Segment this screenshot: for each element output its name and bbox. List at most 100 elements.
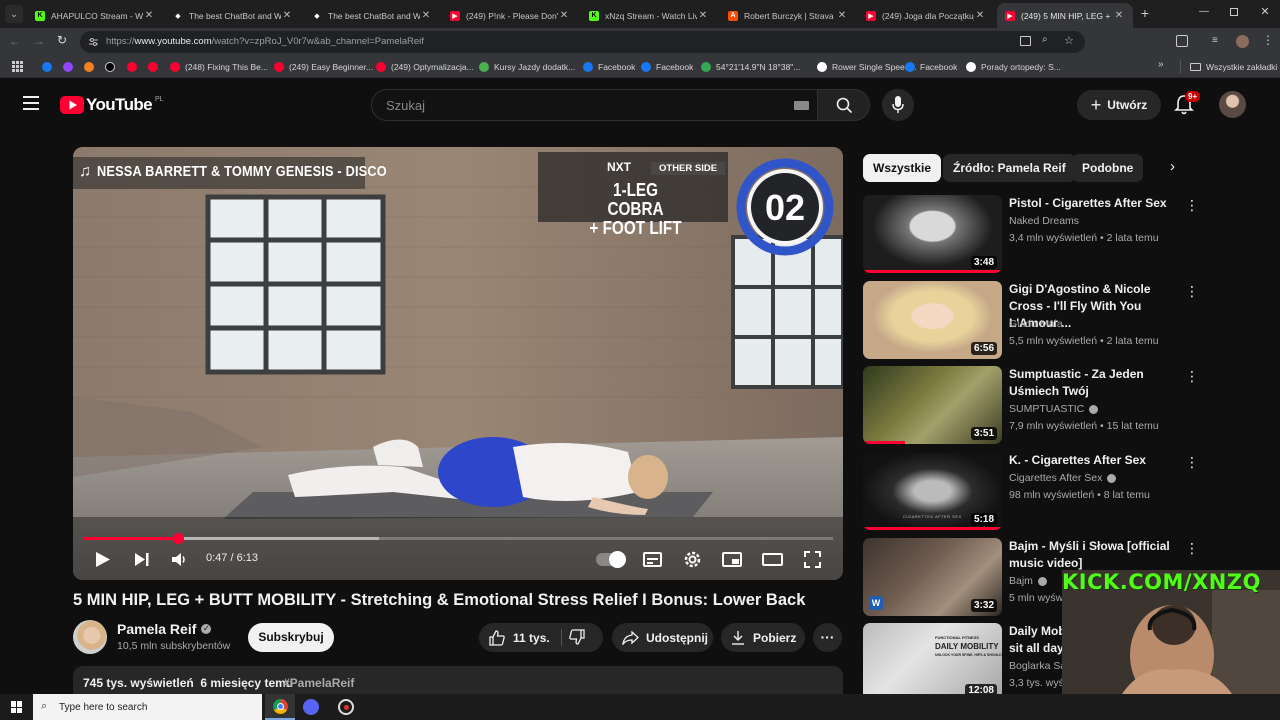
recommended-channel[interactable]: Naked Dreams [1009, 215, 1079, 227]
browser-tab[interactable]: ▶ (249) 5 MIN HIP, LEG + B ✕ [997, 3, 1133, 28]
more-actions-button[interactable]: ··· [813, 623, 842, 652]
more-options-icon[interactable]: ⋮ [1185, 540, 1199, 558]
tab-close-icon[interactable]: ✕ [143, 10, 155, 21]
bookmark-item[interactable] [63, 60, 78, 74]
tab-close-icon[interactable]: ✕ [420, 10, 432, 21]
bookmark-item[interactable] [105, 60, 120, 74]
tab-close-icon[interactable]: ✕ [281, 10, 293, 21]
browser-tab[interactable]: ◆ The best ChatBot and Wi ✕ [304, 3, 440, 28]
url-text[interactable]: https://www.youtube.com/watch?v=zpRoJ_V0… [106, 36, 424, 47]
video-player[interactable]: ♫ NESSA BARRETT & TOMMY GENESIS - DISCO … [73, 147, 843, 580]
notifications-button[interactable]: 9+ [1174, 91, 1201, 116]
recommended-video[interactable]: CIGARETTES AFTER SEX 5:18 K. - Cigarettes … [863, 452, 1203, 532]
chrome-taskbar-icon[interactable] [265, 694, 295, 720]
channel-name-row[interactable]: Pamela Reif ✓ [117, 621, 212, 637]
next-icon[interactable] [134, 552, 150, 567]
bookmark-item[interactable] [84, 60, 99, 74]
recommended-channel[interactable]: Bajm [1009, 575, 1047, 587]
recommended-channel-name[interactable]: Boglarka Sa [1009, 660, 1066, 672]
tab-close-icon[interactable]: ✕ [1113, 10, 1125, 21]
browser-tab[interactable]: ▶ (249) Joga dla Początkując✕ [858, 3, 994, 28]
browser-tab[interactable]: A Robert Burczyk | Strava C ✕ [720, 3, 856, 28]
reload-icon[interactable]: ↻ [57, 33, 71, 47]
browser-tab[interactable]: ▶ (249) P!nk - Please Don't ✕ [442, 3, 578, 28]
chip-related[interactable]: Podobne [1072, 154, 1144, 182]
video-thumbnail[interactable]: FUNCTIONAL FITNESS DAILY MOBILITY UNLOCK Y… [863, 623, 1002, 701]
extensions-icon[interactable] [1176, 35, 1188, 47]
recommended-channel-name[interactable]: SUMPTUASTIC [1009, 403, 1084, 415]
tab-close-icon[interactable]: ✕ [697, 10, 709, 21]
recommended-channel-name[interactable]: Cigarettes After Sex [1009, 472, 1102, 484]
recommended-channel[interactable]: Guido Maia [1009, 318, 1063, 330]
recommended-channel[interactable]: Boglarka Sa [1009, 660, 1066, 672]
recommended-channel[interactable]: SUMPTUASTIC [1009, 403, 1099, 415]
video-thumbnail[interactable]: 6:56 [863, 281, 1002, 359]
taskbar-search[interactable]: ⌕ Type here to search [33, 694, 262, 720]
hashtag-link[interactable]: #PamelaReif [283, 676, 354, 690]
bookmark-item[interactable] [127, 60, 142, 74]
tab-close-icon[interactable]: ✕ [558, 10, 570, 21]
back-icon[interactable]: ← [9, 34, 23, 48]
bookmark-item[interactable]: (249) Easy Beginner... [274, 60, 373, 74]
progress-bar[interactable] [83, 533, 833, 544]
miniplayer-icon[interactable] [722, 552, 742, 567]
bookmark-item[interactable] [148, 60, 163, 74]
chat-app-taskbar-icon[interactable] [303, 699, 319, 715]
bookmarks-overflow-icon[interactable]: » [1158, 59, 1164, 70]
recommended-video-title[interactable]: Sumptuastic - Za Jeden Uśmiech Twój [1009, 366, 1179, 400]
more-options-icon[interactable]: ⋮ [1185, 283, 1199, 301]
share-button[interactable]: Udostępnij [612, 623, 713, 652]
search-box[interactable]: Szukaj [371, 89, 817, 121]
hamburger-menu-icon[interactable] [23, 96, 39, 110]
tab-close-icon[interactable]: ✕ [974, 10, 986, 21]
youtube-logo[interactable]: YouTube PL [60, 95, 164, 115]
video-thumbnail[interactable]: 3:51 [863, 366, 1002, 444]
site-info-icon[interactable] [88, 37, 99, 47]
autoplay-toggle[interactable] [596, 551, 626, 568]
recommended-video-title[interactable]: K. - Cigarettes After Sex [1009, 452, 1179, 469]
media-controls-icon[interactable]: ≡ [1212, 35, 1224, 47]
like-button[interactable]: 11 tys. [479, 623, 561, 652]
play-icon[interactable] [95, 551, 111, 568]
profile-avatar[interactable] [1236, 35, 1249, 48]
bookmark-item[interactable]: Facebook [583, 60, 635, 74]
install-app-icon[interactable] [1020, 36, 1031, 46]
subscribe-button[interactable]: Subskrybuj [248, 623, 334, 652]
browser-tab[interactable]: KxNzq Stream - Watch Live ✕ [581, 3, 717, 28]
fullscreen-icon[interactable] [804, 551, 821, 568]
bookmark-item[interactable]: Kursy Jazdy dodatk... [479, 60, 575, 74]
channel-avatar[interactable] [73, 620, 107, 654]
bookmark-item[interactable]: Facebook [641, 60, 693, 74]
channel-name[interactable]: Pamela Reif [117, 621, 196, 637]
chip-from-channel[interactable]: Źródło: Pamela Reif [943, 154, 1076, 182]
chip-all[interactable]: Wszystkie [863, 154, 942, 182]
all-bookmarks-folder[interactable]: Wszystkie zakładki [1190, 60, 1277, 74]
recommended-video-title[interactable]: Daily Mob sit all day [1009, 623, 1069, 657]
zoom-icon[interactable]: ⌕ [1042, 34, 1048, 45]
recommended-video[interactable]: 3:51 Sumptuastic - Za Jeden Uśmiech Twój S… [863, 366, 1203, 446]
apps-grid-icon[interactable] [12, 61, 23, 72]
user-avatar[interactable] [1219, 91, 1246, 118]
tab-search-button[interactable]: ⌄ [5, 5, 23, 23]
search-button[interactable] [817, 89, 870, 121]
dislike-button[interactable] [569, 629, 589, 647]
browser-tab[interactable]: ◆ The best ChatBot and Wi ✕ [165, 3, 301, 28]
more-options-icon[interactable]: ⋮ [1185, 454, 1199, 472]
browser-tab[interactable]: K AHAPULCO Stream - Watc✕ [27, 3, 163, 28]
voice-search-button[interactable] [882, 89, 914, 121]
recommended-video-title[interactable]: Pistol - Cigarettes After Sex [1009, 195, 1179, 212]
bookmark-item[interactable]: Porady ortopedy: S... [966, 60, 1061, 74]
recommended-video-title[interactable]: Bajm - Myśli i Słowa [official music vid… [1009, 538, 1179, 572]
settings-gear-icon[interactable] [683, 550, 702, 569]
download-button[interactable]: Pobierz [721, 623, 805, 652]
keyboard-icon[interactable] [794, 101, 809, 110]
windows-start-icon[interactable] [11, 701, 23, 713]
address-bar[interactable]: https://www.youtube.com/watch?v=zpRoJ_V0… [80, 31, 1085, 53]
scrubber-handle[interactable] [172, 533, 184, 544]
close-window-button[interactable]: ✕ [1259, 5, 1271, 19]
bookmark-item[interactable]: (249) Optymalizacja... [376, 60, 474, 74]
new-tab-button[interactable]: + [1138, 5, 1152, 21]
recommended-video[interactable]: 6:56 Gigi D'Agostino & Nicole Cross - I'l… [863, 281, 1203, 361]
video-thumbnail[interactable]: 3:48 [863, 195, 1002, 273]
tab-close-icon[interactable]: ✕ [836, 10, 848, 21]
